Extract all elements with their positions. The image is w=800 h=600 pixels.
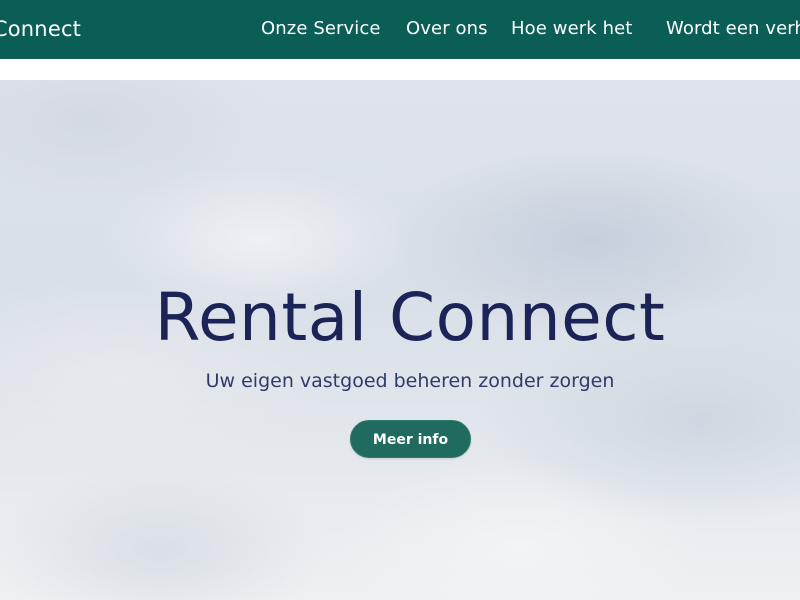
nav-item-hoe-werk-het[interactable]: Hoe werk het xyxy=(511,17,632,41)
header-spacer xyxy=(0,59,800,80)
nav-item-onze-service[interactable]: Onze Service xyxy=(261,17,381,41)
hero-subtitle: Uw eigen vastgoed beheren zonder zorgen xyxy=(205,370,615,392)
hero-section: Rental Connect Uw eigen vastgoed beheren… xyxy=(0,80,800,600)
nav-item-over-ons[interactable]: Over ons xyxy=(406,17,488,41)
meer-info-button[interactable]: Meer info xyxy=(350,420,471,458)
hero-title: Rental Connect xyxy=(154,279,666,356)
nav-item-wordt-een-verhuurder[interactable]: Wordt een verhuurder xyxy=(666,17,800,41)
top-navigation-bar: Rental Connect Onze Service Over ons Hoe… xyxy=(0,0,800,59)
site-brand[interactable]: Rental Connect xyxy=(0,15,81,43)
page: Rental Connect Onze Service Over ons Hoe… xyxy=(0,0,800,600)
